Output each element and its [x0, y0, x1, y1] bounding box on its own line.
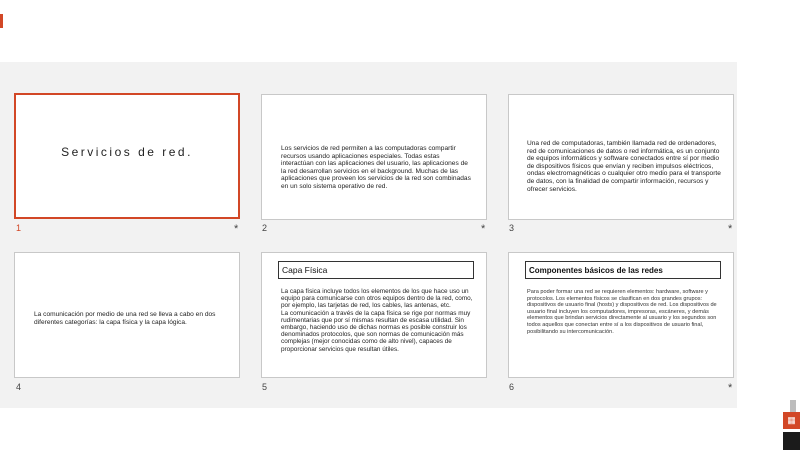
slide-sorter-area[interactable]: Servicios de red. 1 * Los servicios de r…	[0, 62, 737, 408]
slide-6-title: Componentes básicos de las redes	[525, 261, 721, 279]
slide-5-paragraph-2: La comunicación a través de la capa físi…	[281, 309, 471, 353]
slide-thumbnail-3[interactable]: Una red de computadoras, también llamada…	[508, 94, 734, 220]
slide-thumbnail-1[interactable]: Servicios de red.	[14, 93, 240, 219]
slide-5-body: La capa física incluye todos los element…	[281, 288, 475, 353]
slide-5-title: Capa Física	[278, 261, 474, 279]
app-accent-bar	[0, 14, 3, 28]
slide-thumbnail-4[interactable]: La comunicación por medio de una red se …	[14, 252, 240, 378]
slide-4-body: La comunicación por medio de una red se …	[34, 311, 216, 326]
slide-number-3: 3	[509, 223, 515, 233]
slide-number-4: 4	[16, 382, 22, 392]
transition-star-icon: *	[728, 382, 733, 394]
slide-3-body: Una red de computadoras, también llamada…	[527, 140, 721, 193]
scrollbar-thumb[interactable]	[790, 400, 796, 412]
slide-number-1: 1	[16, 223, 22, 233]
slide-number-6: 6	[509, 382, 515, 392]
transition-star-icon: *	[481, 223, 486, 235]
slide-1-title: Servicios de red.	[61, 145, 193, 159]
transition-star-icon: *	[234, 223, 239, 235]
slide-thumbnail-6[interactable]: Componentes básicos de las redes Para po…	[508, 252, 734, 378]
slide-number-2: 2	[262, 223, 268, 233]
slide-number-5: 5	[262, 382, 268, 392]
taskbar-corner	[783, 432, 800, 450]
grid-view-icon[interactable]: ▦	[783, 412, 800, 429]
slide-5-paragraph-1: La capa física incluye todos los element…	[281, 288, 473, 310]
slide-thumbnail-5[interactable]: Capa Física La capa física incluye todos…	[261, 252, 487, 378]
ribbon-area	[0, 0, 800, 22]
transition-star-icon: *	[728, 223, 733, 235]
slide-6-body: Para poder formar una red se requieren e…	[527, 289, 717, 335]
slide-2-body: Los servicios de red permiten a las comp…	[281, 145, 471, 190]
slide-thumbnail-2[interactable]: Los servicios de red permiten a las comp…	[261, 94, 487, 220]
